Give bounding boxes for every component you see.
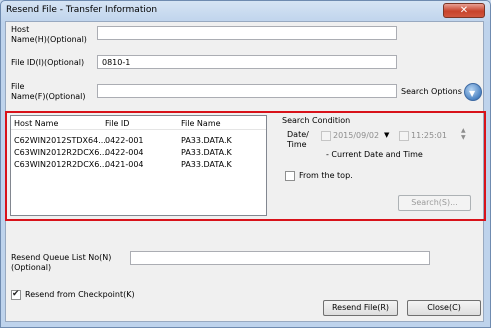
table-row[interactable]: C63WIN2012R2DCX6... 0422-004 PA33.DATA.K — [11, 148, 266, 159]
column-header-host-name[interactable]: Host Name — [14, 119, 58, 128]
resend-queue-input[interactable] — [130, 251, 430, 265]
search-options-label: Search Options — [401, 87, 462, 96]
file-name-label: File Name(F)(Optional) — [11, 82, 86, 101]
resend-file-button[interactable]: Resend File(R) — [323, 300, 398, 316]
close-button[interactable]: Close(C) — [407, 300, 481, 316]
cell-file-id: 0422-004 — [105, 148, 144, 157]
cell-host-name: C62WIN2012STDX64... — [14, 136, 106, 145]
table-row[interactable]: C63WIN2012R2DCX6... 0421-004 PA33.DATA.K — [11, 160, 266, 171]
cell-file-id: 0422-001 — [105, 136, 144, 145]
list-header: Host Name File ID File Name — [11, 116, 266, 130]
date-dropdown-icon[interactable]: ▼ — [384, 131, 389, 139]
file-name-input[interactable] — [97, 84, 397, 98]
host-name-input[interactable] — [97, 26, 397, 40]
title-bar: Resend File - Transfer Information ✕ — [1, 1, 490, 21]
search-condition-title: Search Condition — [282, 116, 351, 125]
date-value: 2015/09/02 — [333, 131, 380, 140]
current-date-time-note: - Current Date and Time — [326, 150, 423, 159]
cell-host-name: C63WIN2012R2DCX6... — [14, 160, 107, 169]
checkpoint-label: Resend from Checkpoint(K) — [25, 290, 135, 299]
chevron-down-icon: ▼ — [469, 89, 476, 98]
date-checkbox[interactable] — [321, 131, 331, 141]
transfer-list[interactable]: Host Name File ID File Name C62WIN2012ST… — [10, 115, 267, 216]
search-options-button[interactable]: ▼ — [464, 83, 482, 101]
close-icon: ✕ — [459, 5, 469, 16]
window-close-button[interactable]: ✕ — [443, 3, 485, 18]
cell-file-name: PA33.DATA.K — [181, 136, 232, 145]
date-time-label: Date/ Time — [287, 130, 309, 149]
column-header-file-name[interactable]: File Name — [181, 119, 221, 128]
time-spin-icon[interactable]: ▲ ▼ — [461, 127, 466, 141]
file-id-input[interactable]: 0810-1 — [97, 55, 397, 69]
time-checkbox[interactable] — [399, 131, 409, 141]
from-top-label: From the top. — [299, 171, 353, 180]
checkpoint-checkbox[interactable] — [11, 289, 21, 300]
cell-file-name: PA33.DATA.K — [181, 160, 232, 169]
resend-queue-label: Resend Queue List No(N) (Optional) — [11, 253, 112, 272]
cell-file-name: PA33.DATA.K — [181, 148, 232, 157]
time-value: 11:25:01 — [411, 131, 447, 140]
table-row[interactable]: C62WIN2012STDX64... 0422-001 PA33.DATA.K — [11, 136, 266, 147]
file-id-label: File ID(I)(Optional) — [11, 58, 85, 67]
column-header-file-id[interactable]: File ID — [105, 119, 129, 128]
cell-file-id: 0421-004 — [105, 160, 144, 169]
window-title: Resend File - Transfer Information — [6, 5, 158, 15]
cell-host-name: C63WIN2012R2DCX6... — [14, 148, 107, 157]
search-button[interactable]: Search(S)... — [398, 195, 471, 211]
from-top-checkbox[interactable] — [285, 171, 295, 181]
host-name-label: Host Name(H)(Optional) — [11, 25, 87, 44]
